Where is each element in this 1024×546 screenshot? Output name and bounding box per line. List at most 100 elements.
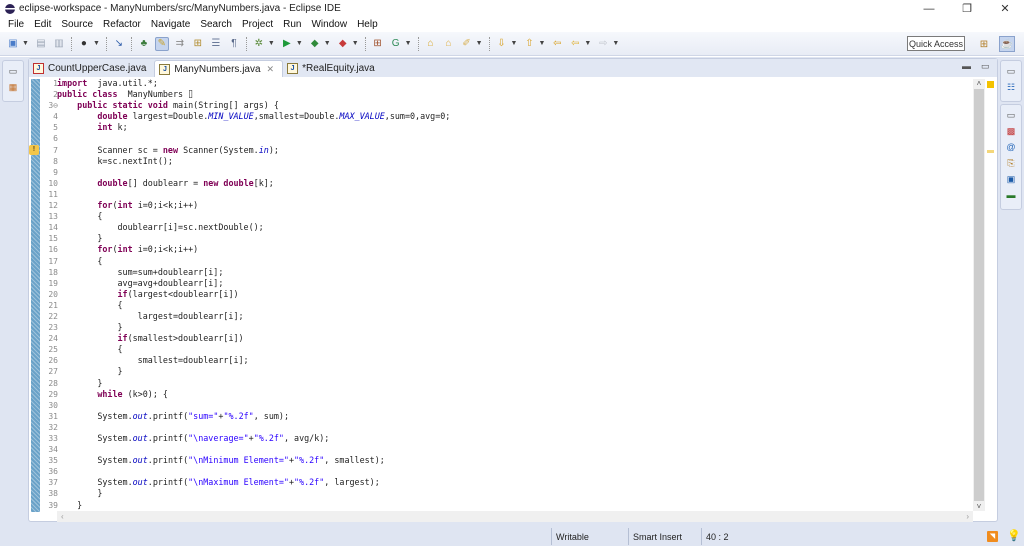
block-selection-icon[interactable]: ⇉	[173, 37, 187, 51]
open-type-icon[interactable]: ⌂	[424, 37, 438, 51]
code-line[interactable]	[57, 167, 967, 178]
chevron-down-icon[interactable]: ▼	[511, 40, 518, 47]
chevron-down-icon[interactable]: ▼	[324, 40, 331, 47]
menu-file[interactable]: File	[3, 19, 29, 30]
back-icon[interactable]: ⇦	[568, 37, 582, 51]
java-perspective-icon[interactable]: ☕	[999, 36, 1015, 52]
close-button[interactable]: ✕	[986, 0, 1024, 17]
publish-icon[interactable]: ●	[77, 37, 91, 51]
last-edit-location-icon[interactable]: ⇦	[550, 37, 564, 51]
save-icon[interactable]: ▤	[34, 37, 48, 51]
code-line[interactable]: int k;	[57, 122, 967, 133]
vertical-scrollbar[interactable]: ˄ ˅	[973, 79, 985, 511]
console-icon[interactable]: ▣	[1005, 173, 1017, 185]
open-perspective-icon[interactable]: ⊞	[976, 36, 992, 52]
code-line[interactable]: public static void main(String[] args) {	[57, 100, 967, 111]
minimize-view-icon[interactable]: ▬	[962, 61, 971, 71]
menu-search[interactable]: Search	[195, 19, 237, 30]
code-line[interactable]: double largest=Double.MIN_VALUE,smallest…	[57, 111, 967, 122]
editor-tab[interactable]: J CountUpperCase.java	[29, 60, 154, 77]
progress-icon[interactable]: ▬	[1005, 189, 1017, 201]
tip-bulb-icon[interactable]: 💡	[1007, 529, 1021, 542]
outline-icon[interactable]: ☷	[1005, 81, 1017, 93]
code-line[interactable]: import java.util.*;	[57, 78, 967, 89]
chevron-down-icon[interactable]: ▼	[352, 40, 359, 47]
scroll-up-icon[interactable]: ˄	[973, 79, 985, 88]
overview-warning-mark[interactable]	[987, 150, 994, 153]
restore-view-icon[interactable]: ▭	[1005, 65, 1017, 77]
save-all-icon[interactable]: ▥	[52, 37, 66, 51]
code-line[interactable]: sum=sum+doublearr[i];	[57, 267, 967, 278]
javadoc-icon[interactable]: @	[1005, 141, 1017, 153]
code-line[interactable]: {	[57, 344, 967, 355]
code-line[interactable]: }	[57, 366, 967, 377]
coverage-icon[interactable]: ◆	[308, 37, 322, 51]
code-line[interactable]	[57, 444, 967, 455]
code-line[interactable]: }	[57, 322, 967, 333]
menu-edit[interactable]: Edit	[29, 19, 56, 30]
chevron-down-icon[interactable]: ▼	[584, 40, 591, 47]
rss-feed-icon[interactable]: ◥	[987, 531, 998, 542]
scroll-right-icon[interactable]: ›	[966, 511, 969, 522]
code-line[interactable]: {	[57, 256, 967, 267]
horizontal-scrollbar[interactable]: ‹ ›	[57, 511, 973, 522]
scroll-down-icon[interactable]: ˅	[973, 502, 985, 511]
show-whitespace-list-icon[interactable]: ☰	[209, 37, 223, 51]
code-line[interactable]: }	[57, 233, 967, 244]
code-line[interactable]: smallest=doublearr[i];	[57, 355, 967, 366]
search-icon[interactable]: ✐	[460, 37, 474, 51]
chevron-down-icon[interactable]: ▼	[268, 40, 275, 47]
menu-run[interactable]: Run	[278, 19, 306, 30]
scrollbar-thumb[interactable]	[974, 89, 984, 501]
code-line[interactable]	[57, 133, 967, 144]
editor-tab[interactable]: J ManyNumbers.java ✕	[154, 60, 284, 77]
menu-navigate[interactable]: Navigate	[146, 19, 195, 30]
code-line[interactable]: System.out.printf("\nMaximum Element="+"…	[57, 477, 967, 488]
chevron-down-icon[interactable]: ▼	[538, 40, 545, 47]
next-annotation-icon[interactable]: ⇩	[495, 37, 509, 51]
restore-view-icon[interactable]: ▭	[1005, 109, 1017, 121]
code-line[interactable]: if(largest<doublearr[i])	[57, 289, 967, 300]
code-line[interactable]: for(int i=0;i<k;i++)	[57, 200, 967, 211]
menu-source[interactable]: Source	[56, 19, 98, 30]
code-line[interactable]	[57, 189, 967, 200]
code-line[interactable]: }	[57, 500, 967, 511]
run-icon[interactable]: ▶	[280, 37, 294, 51]
code-line[interactable]: while (k>0); {	[57, 389, 967, 400]
restore-view-icon[interactable]: ▭	[7, 65, 19, 77]
forward-icon[interactable]: ⇨	[596, 37, 610, 51]
code-line[interactable]: avg=avg+doublearr[i];	[57, 278, 967, 289]
menu-window[interactable]: Window	[306, 19, 352, 30]
skip-breakpoints-icon[interactable]: ↘	[112, 37, 126, 51]
external-tools-icon[interactable]: ◆	[336, 37, 350, 51]
chevron-down-icon[interactable]: ▼	[612, 40, 619, 47]
code-line[interactable]	[57, 422, 967, 433]
scroll-left-icon[interactable]: ‹	[61, 511, 64, 522]
open-folder-icon[interactable]: ⌂	[442, 37, 456, 51]
quick-access-input[interactable]: Quick Access	[907, 36, 965, 51]
new-java-class-icon[interactable]: G	[389, 37, 403, 51]
close-tab-icon[interactable]: ✕	[267, 64, 275, 75]
warning-marker-icon[interactable]: !	[29, 145, 39, 155]
declaration-icon[interactable]: ⎘	[1005, 157, 1017, 169]
maximize-view-icon[interactable]: ▭	[981, 61, 990, 72]
prev-annotation-icon[interactable]: ⇧	[522, 37, 536, 51]
debug-icon[interactable]: ✲	[252, 37, 266, 51]
code-line[interactable]: System.out.printf("sum="+"%.2f", sum);	[57, 411, 967, 422]
chevron-down-icon[interactable]: ▼	[476, 40, 483, 47]
code-line[interactable]: }	[57, 488, 967, 499]
code-line[interactable]: if(smallest>doublearr[i])	[57, 333, 967, 344]
menu-help[interactable]: Help	[352, 19, 383, 30]
mark-occurrences-icon[interactable]: ✎	[154, 36, 169, 51]
code-line[interactable]: k=sc.nextInt();	[57, 156, 967, 167]
code-line[interactable]: largest=doublearr[i];	[57, 311, 967, 322]
new-icon[interactable]: ▣	[6, 37, 20, 51]
code-line[interactable]	[57, 466, 967, 477]
code-line[interactable]: {	[57, 300, 967, 311]
editor-tab[interactable]: J *RealEquity.java	[283, 60, 383, 77]
code-line[interactable]: for(int i=0;i<k;i++)	[57, 244, 967, 255]
code-line[interactable]: {	[57, 211, 967, 222]
toggle-breadcrumb-icon[interactable]: ♣	[137, 37, 151, 51]
menu-refactor[interactable]: Refactor	[98, 19, 146, 30]
code-line[interactable]: }	[57, 378, 967, 389]
